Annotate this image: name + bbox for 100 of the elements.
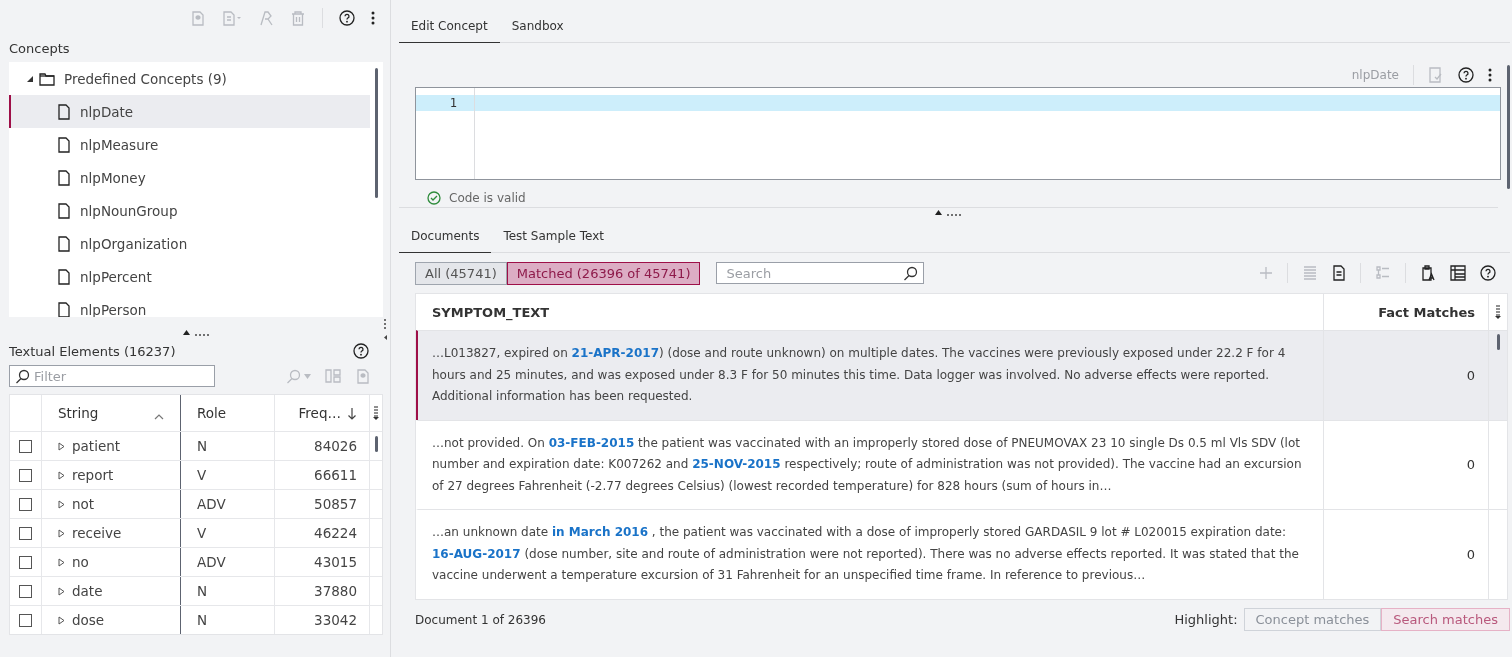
table-cell: 0 bbox=[1466, 367, 1475, 383]
checkbox[interactable] bbox=[19, 497, 32, 511]
expand-icon[interactable] bbox=[58, 441, 65, 451]
table-cell: not bbox=[72, 496, 95, 512]
code-editor[interactable]: 1 bbox=[415, 87, 1501, 180]
column-menu-icon[interactable] bbox=[1495, 305, 1501, 319]
table-cell: 84026 bbox=[314, 438, 357, 454]
tree-item[interactable]: nlpMeasure bbox=[9, 128, 370, 161]
tree-item[interactable]: nlpPercent bbox=[9, 260, 370, 293]
more-icon[interactable] bbox=[371, 9, 375, 26]
document-row[interactable] bbox=[416, 330, 1507, 420]
search-icon bbox=[286, 368, 301, 384]
scrollbar[interactable] bbox=[375, 68, 378, 198]
panel-title: Concepts bbox=[9, 41, 71, 56]
column-header[interactable]: Role bbox=[181, 395, 275, 431]
document-text: …not provided. On 03-FEB-2015 the patient was vaccinated with an improperly stored dose of PNEUMOVAX 23 10 single Ds 0.5 ml Vls SDV (lot number and expiration date: K007262 and 25-NOV-2015 respectively; route of administration was not provided). The vaccine had an excursion of 27 degrees Fahrenheit (-2.77 degrees Celsius) (lowest recorded temperature) for 828 hours (sum of hours in… bbox=[432, 434, 1303, 495]
table-cell: 50857 bbox=[314, 496, 357, 512]
help-icon[interactable] bbox=[1458, 67, 1474, 83]
scrollbar[interactable] bbox=[1496, 334, 1500, 350]
table-cell: 0 bbox=[1466, 457, 1475, 473]
sort-ascending-icon[interactable] bbox=[154, 413, 164, 421]
tree-item[interactable]: nlpOrganization bbox=[9, 227, 370, 260]
table-cell: N bbox=[197, 612, 208, 628]
table-icon[interactable] bbox=[1450, 265, 1466, 281]
checkbox[interactable] bbox=[19, 584, 32, 598]
check-circle-icon bbox=[427, 191, 441, 205]
expand-icon[interactable] bbox=[58, 528, 65, 538]
table-cell: no bbox=[72, 554, 89, 570]
splitter-handle-icon[interactable] bbox=[182, 328, 210, 337]
checkbox[interactable] bbox=[19, 468, 32, 482]
folder-icon bbox=[39, 71, 55, 86]
document-text: …an unknown date in March 2016 , the patient was vaccinated with a dose of improperly stored GARDASIL 9 lot # L020015 expiration date: 16-AUG-2017 (dose number, site and route of administration were not reported). There was no adverse effects reported. It was stated that the vaccine underwent a temperature excursion of 31 Fahrenheit for an unspecified time frame. In reference to previous… bbox=[432, 524, 1300, 584]
file-icon bbox=[57, 169, 71, 186]
collapse-icon[interactable] bbox=[27, 75, 33, 82]
expand-icon[interactable] bbox=[58, 615, 65, 625]
file-icon bbox=[57, 136, 71, 153]
more-icon[interactable] bbox=[1488, 67, 1492, 83]
tab[interactable]: Sandbox bbox=[499, 19, 576, 43]
document-counter: Document 1 of 26396 bbox=[415, 612, 546, 627]
document-text: …L013827, expired on 21-APR-2017) (dose and route unknown) on multiple dates. The vaccines were previously exposed under 22.2 F for 4 hours and 25 minutes, and was exposed under 8.3 F for 50 minutes this time. Data logger was involved. No adverse effects were reported. Additional information has been requested. bbox=[432, 345, 1287, 405]
table-cell: N bbox=[197, 438, 208, 454]
help-icon[interactable] bbox=[1480, 265, 1496, 281]
table-cell: report bbox=[72, 467, 114, 483]
table-cell: ADV bbox=[197, 496, 226, 512]
help-icon[interactable] bbox=[339, 9, 355, 26]
column-menu-icon[interactable] bbox=[373, 406, 379, 420]
sort-descending-icon[interactable] bbox=[347, 406, 357, 420]
status-text: Code is valid bbox=[449, 191, 526, 205]
highlight-label: Highlight: bbox=[1174, 612, 1238, 627]
checkbox[interactable] bbox=[19, 526, 32, 540]
file-icon bbox=[57, 103, 71, 120]
table-cell: date bbox=[72, 583, 103, 599]
expand-icon[interactable] bbox=[58, 586, 65, 596]
document-icon[interactable] bbox=[1332, 265, 1346, 281]
table-cell: patient bbox=[72, 438, 121, 454]
table-cell: 46224 bbox=[314, 525, 357, 541]
concept-name: nlpDate bbox=[1351, 68, 1399, 82]
search-field[interactable]: Search bbox=[716, 262, 925, 284]
column-header[interactable]: String bbox=[42, 395, 181, 431]
clipboard-icon[interactable] bbox=[1420, 265, 1436, 281]
table-cell: 43015 bbox=[314, 554, 357, 570]
table-cell: V bbox=[197, 467, 207, 483]
filter-button[interactable]: Matched (26396 of 45741) bbox=[506, 261, 701, 285]
file-icon bbox=[57, 202, 71, 219]
tree-item[interactable]: nlpMoney bbox=[9, 161, 370, 194]
checkbox[interactable] bbox=[19, 613, 32, 627]
table-cell: N bbox=[197, 583, 208, 599]
expand-icon[interactable] bbox=[58, 499, 65, 509]
search-icon bbox=[903, 266, 919, 281]
checkbox[interactable] bbox=[19, 439, 32, 453]
highlight-button[interactable]: Search matches bbox=[1381, 608, 1510, 631]
splitter-handle-icon[interactable] bbox=[935, 208, 962, 217]
expand-icon[interactable] bbox=[58, 470, 65, 480]
tab[interactable]: Documents bbox=[399, 229, 492, 253]
tree-item[interactable]: nlpNounGroup bbox=[9, 194, 370, 227]
file-icon bbox=[57, 235, 71, 252]
filter-field[interactable]: Filter bbox=[9, 365, 215, 387]
column-header[interactable]: Freq… bbox=[275, 395, 370, 431]
scrollbar[interactable] bbox=[374, 436, 378, 452]
checkbox[interactable] bbox=[19, 555, 32, 569]
file-icon bbox=[57, 268, 71, 285]
tree-item[interactable]: Predefined Concepts (9) bbox=[9, 62, 370, 95]
table-cell: receive bbox=[72, 525, 122, 541]
scrollbar[interactable] bbox=[1507, 65, 1510, 189]
tab[interactable]: Test Sample Text bbox=[491, 229, 616, 253]
help-icon[interactable] bbox=[353, 343, 369, 359]
caret-icon bbox=[304, 373, 311, 379]
table-cell: 0 bbox=[1466, 546, 1475, 562]
column-header[interactable]: Fact Matches bbox=[1378, 304, 1475, 320]
column-header[interactable]: SYMPTOM_TEXT bbox=[432, 304, 550, 320]
tab[interactable]: Edit Concept bbox=[399, 19, 500, 43]
expand-icon[interactable] bbox=[58, 557, 65, 567]
document-row[interactable] bbox=[416, 419, 1507, 509]
filter-button[interactable]: All (45741) bbox=[415, 261, 507, 285]
resize-handle-icon[interactable] bbox=[383, 318, 388, 340]
tree-item[interactable]: nlpPerson bbox=[9, 293, 370, 317]
document-row[interactable] bbox=[416, 509, 1507, 599]
table-cell: V bbox=[197, 525, 207, 541]
table-cell: 66611 bbox=[314, 467, 357, 483]
tree-item[interactable]: nlpDate bbox=[9, 95, 370, 128]
